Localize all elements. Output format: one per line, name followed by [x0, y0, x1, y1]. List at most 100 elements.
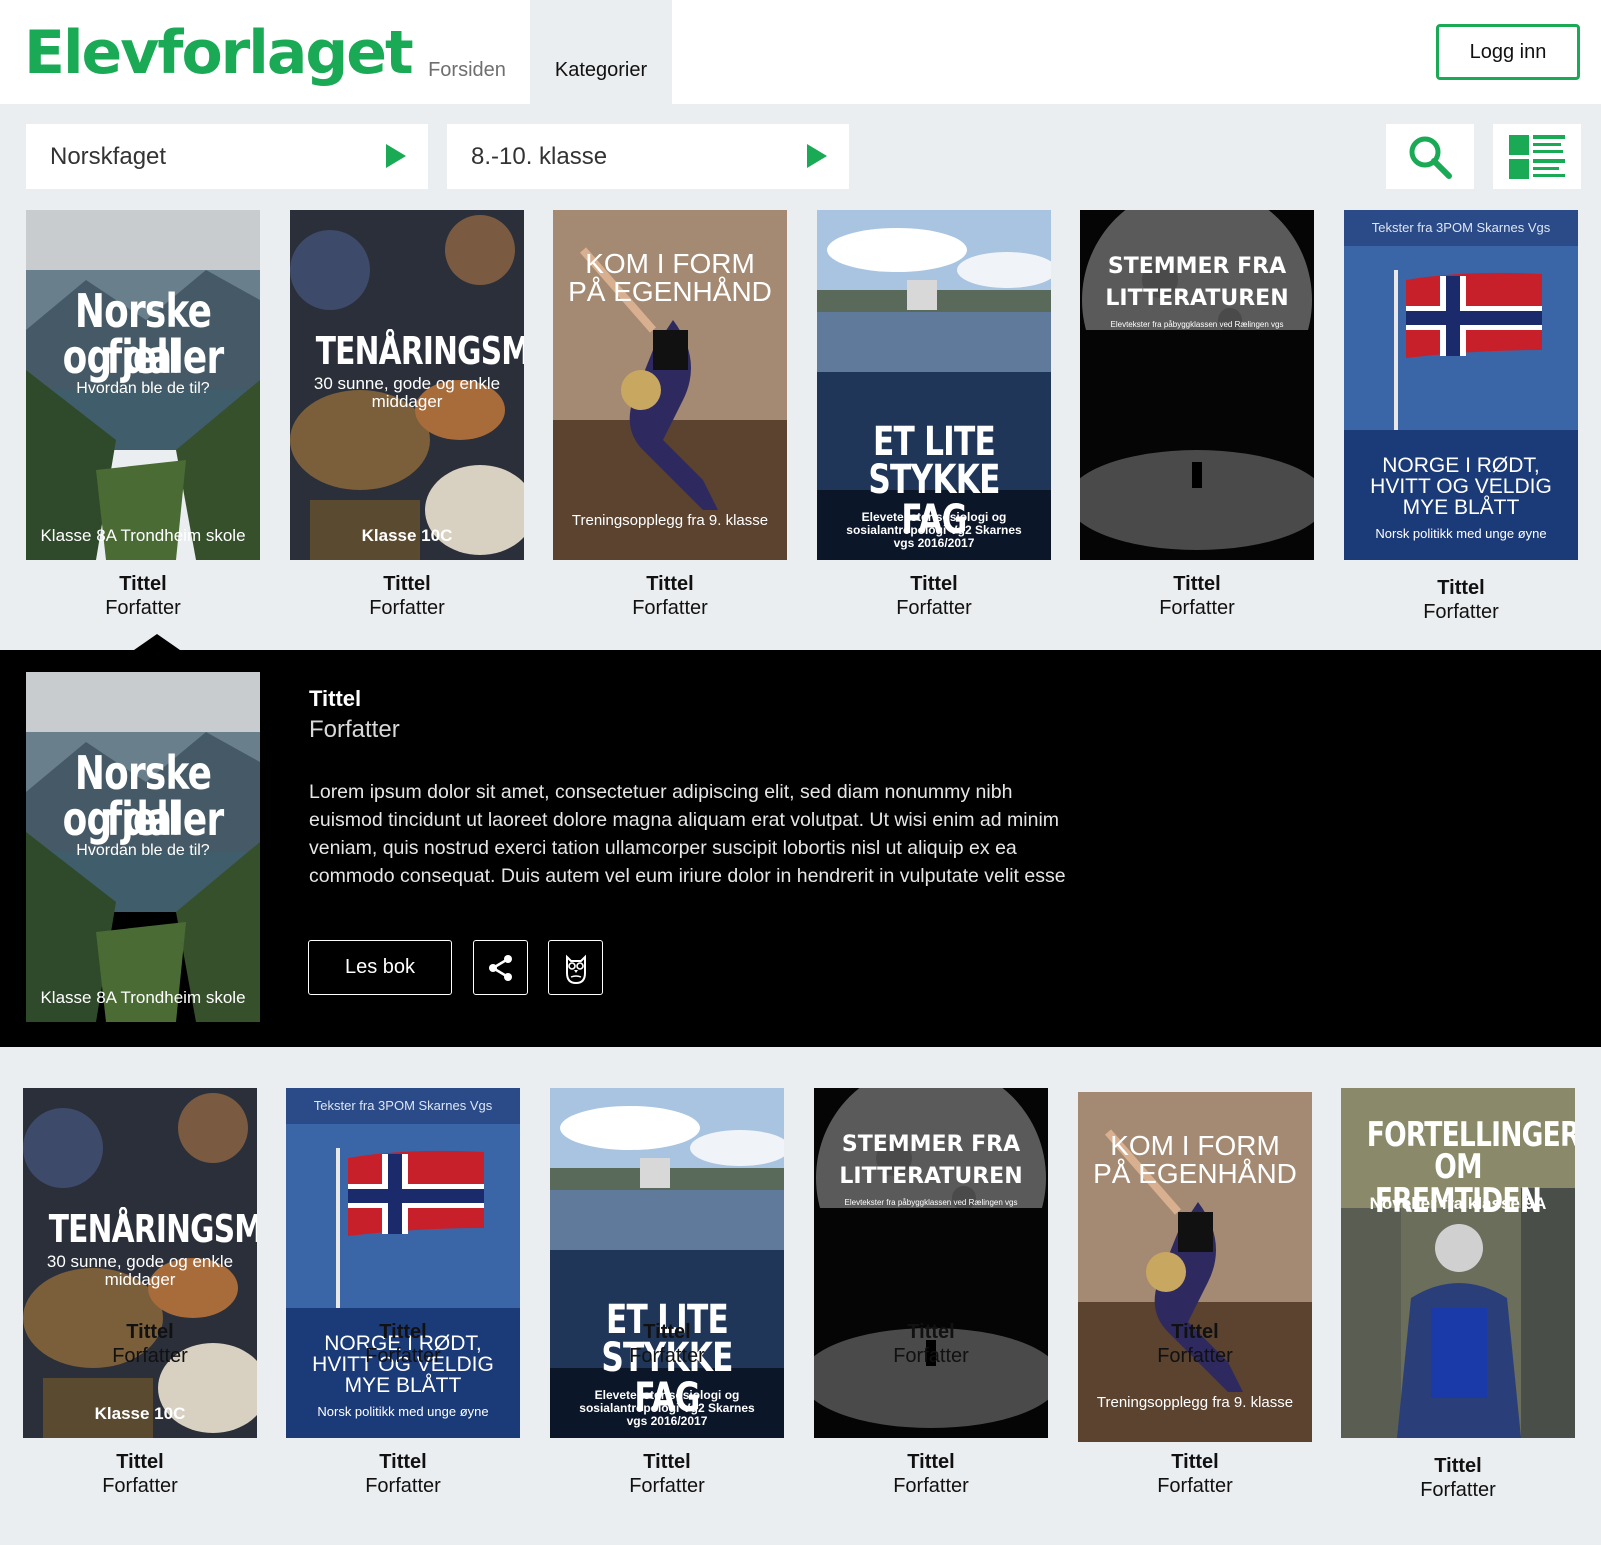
- book-cover[interactable]: FORTELLINGER OM FREMTIDEN Noveller fra k…: [1341, 1088, 1575, 1438]
- cover-subtitle: Elevtekster fra påbyggklassen ved Ræling…: [1110, 320, 1284, 329]
- overlay-title: Tittel: [126, 1321, 174, 1343]
- book-author: Forfatter: [1423, 601, 1499, 623]
- overlay-title: Tittel: [379, 1321, 427, 1343]
- overlay-label: Tittel Forfatter: [1078, 1320, 1312, 1368]
- book-cover[interactable]: Norske fjell og daler Hvordan ble de til…: [26, 210, 260, 560]
- book-cover[interactable]: TENÅRINGSMAT 30 sunne, gode og enkle mid…: [290, 210, 524, 560]
- cover-title: PÅ EGENHÅND: [568, 276, 772, 307]
- book-title[interactable]: Tittel: [553, 572, 787, 596]
- book-meta: Tittel Forfatter: [290, 572, 524, 620]
- cover-footer: Klasse 10C: [94, 1404, 186, 1423]
- list-view-icon: [1509, 134, 1565, 179]
- cover-footer: Klasse 8A Trondheim skole: [40, 526, 246, 545]
- book-title[interactable]: Tittel: [1080, 572, 1314, 596]
- book-cover[interactable]: ET LITE STYKKE FAG Elevetekster sosiolog…: [550, 1088, 784, 1438]
- book-author: Forfatter: [102, 1475, 178, 1497]
- cover-subtitle: sosialantropologi Vg2 Skarnes: [846, 523, 1022, 537]
- book-title[interactable]: Tittel: [1341, 1454, 1575, 1478]
- nav-tab-forsiden[interactable]: Forsiden: [406, 0, 528, 104]
- book-title[interactable]: Tittel: [26, 572, 260, 596]
- triangle-right-icon: [807, 144, 827, 168]
- overlay-label: Tittel Forfatter: [33, 1320, 267, 1368]
- cover-subtitle: Hvordan ble de til?: [76, 842, 210, 859]
- cover-footer: Treningsopplegg fra 9. klasse: [571, 512, 769, 529]
- share-icon: [488, 954, 512, 981]
- cover-footer: Klasse 8A Trondheim skole: [40, 988, 246, 1007]
- book-cover[interactable]: Tekster fra 3POM Skarnes Vgs NORGE I RØD…: [1344, 210, 1578, 560]
- cover-title: TENÅRINGSMAT: [48, 1207, 257, 1251]
- book-cover[interactable]: KOM I FORM PÅ EGENHÅND Treningsopplegg f…: [1078, 1092, 1312, 1442]
- search-button[interactable]: [1386, 124, 1474, 189]
- book-title[interactable]: Tittel: [1344, 576, 1578, 600]
- book-title[interactable]: Tittel: [814, 1450, 1048, 1474]
- detail-title: Tittel: [309, 686, 362, 711]
- cover-title: MYE BLÅTT: [1402, 496, 1520, 519]
- cover-subtitle: Elevetekster sosiologi og: [594, 1388, 740, 1402]
- cover-subtitle: middager: [371, 392, 443, 411]
- detail-book-cover: Norske fjell og daler Hvordan ble de til…: [26, 672, 260, 1022]
- book-cover[interactable]: Tekster fra 3POM Skarnes Vgs NORGE I RØD…: [286, 1088, 520, 1438]
- book-meta: Tittel Forfatter: [553, 572, 787, 620]
- cover-subtitle: 30 sunne, gode og enkle: [313, 374, 501, 393]
- book-author: Forfatter: [629, 1475, 705, 1497]
- cover-subtitle: Norsk politikk med unge øyne: [1375, 526, 1547, 541]
- grade-select-value: 8.-10. klasse: [471, 142, 608, 170]
- overlay-label: Tittel Forfatter: [286, 1320, 520, 1368]
- subject-select-value: Norskfaget: [50, 142, 167, 170]
- book-cover[interactable]: ET LITE STYKKE FAG Elevetekster sosiolog…: [817, 210, 1051, 560]
- book-cover[interactable]: KOM I FORM PÅ EGENHÅND Treningsopplegg f…: [553, 210, 787, 560]
- book-title[interactable]: Tittel: [23, 1450, 257, 1474]
- nav-tab-kategorier[interactable]: Kategorier: [530, 0, 672, 104]
- cover-title: ET LITE: [872, 419, 996, 465]
- overlay-title: Tittel: [643, 1321, 691, 1343]
- cover-footer: Treningsopplegg fra 9. klasse: [1096, 1394, 1294, 1411]
- cover-subtitle: Elevtekster fra påbyggklassen ved Ræling…: [844, 1198, 1018, 1207]
- overlay-author: Forfatter: [629, 1345, 705, 1367]
- cover-subtitle: Noveller fra klasse 9A: [1369, 1194, 1547, 1213]
- book-author: Forfatter: [369, 597, 445, 619]
- book-author: Forfatter: [365, 1475, 441, 1497]
- cover-title: LITTERATUREN: [1105, 286, 1289, 311]
- overlay-label: Tittel Forfatter: [550, 1320, 784, 1368]
- triangle-right-icon: [386, 144, 406, 168]
- subject-select[interactable]: Norskfaget: [26, 124, 428, 189]
- cover-subtitle: vgs 2016/2017: [626, 1414, 708, 1428]
- book-meta: Tittel Forfatter: [286, 1450, 520, 1498]
- book-title[interactable]: Tittel: [1078, 1450, 1312, 1474]
- book-meta: Tittel Forfatter: [1341, 1454, 1575, 1502]
- overlay-author: Forfatter: [365, 1345, 441, 1367]
- cover-title: og daler: [62, 330, 225, 384]
- cover-title: STEMMER FRA: [841, 1132, 1021, 1157]
- login-button[interactable]: Logg inn: [1436, 24, 1580, 80]
- cover-subtitle: sosialantropologi Vg2 Skarnes: [579, 1401, 755, 1415]
- cover-subtitle: Hvordan ble de til?: [76, 380, 210, 397]
- owl-button[interactable]: [548, 940, 603, 995]
- owl-icon: [565, 954, 586, 984]
- list-view-button[interactable]: [1493, 124, 1581, 189]
- book-meta: Tittel Forfatter: [817, 572, 1051, 620]
- overlay-author: Forfatter: [1157, 1345, 1233, 1367]
- book-author: Forfatter: [105, 597, 181, 619]
- book-author: Forfatter: [1157, 1475, 1233, 1497]
- book-cover[interactable]: TENÅRINGSMAT 30 sunne, gode og enkle mid…: [23, 1088, 257, 1438]
- share-button[interactable]: [473, 940, 528, 995]
- book-title[interactable]: Tittel: [286, 1450, 520, 1474]
- book-cover[interactable]: STEMMER FRA LITTERATUREN Elevtekster fra…: [814, 1088, 1048, 1438]
- book-detail-panel: Norske fjell og daler Hvordan ble de til…: [0, 650, 1601, 1047]
- book-title[interactable]: Tittel: [817, 572, 1051, 596]
- cover-subtitle: middager: [104, 1270, 176, 1289]
- cover-title: og daler: [62, 792, 225, 846]
- cover-subtitle: Elevetekster sosiologi og: [861, 510, 1007, 524]
- book-title[interactable]: Tittel: [550, 1450, 784, 1474]
- selected-pointer: [134, 634, 180, 650]
- grade-select[interactable]: 8.-10. klasse: [447, 124, 849, 189]
- book-cover[interactable]: STEMMER FRA LITTERATUREN Elevtekster fra…: [1080, 210, 1314, 560]
- logo[interactable]: Elevforlaget: [24, 18, 414, 88]
- cover-title: PÅ EGENHÅND: [1093, 1158, 1297, 1189]
- book-title[interactable]: Tittel: [290, 572, 524, 596]
- book-author: Forfatter: [632, 597, 708, 619]
- read-book-button[interactable]: Les bok: [308, 940, 452, 995]
- book-meta: Tittel Forfatter: [814, 1450, 1048, 1498]
- detail-author: Forfatter: [309, 716, 400, 743]
- cover-title: MYE BLÅTT: [344, 1374, 462, 1397]
